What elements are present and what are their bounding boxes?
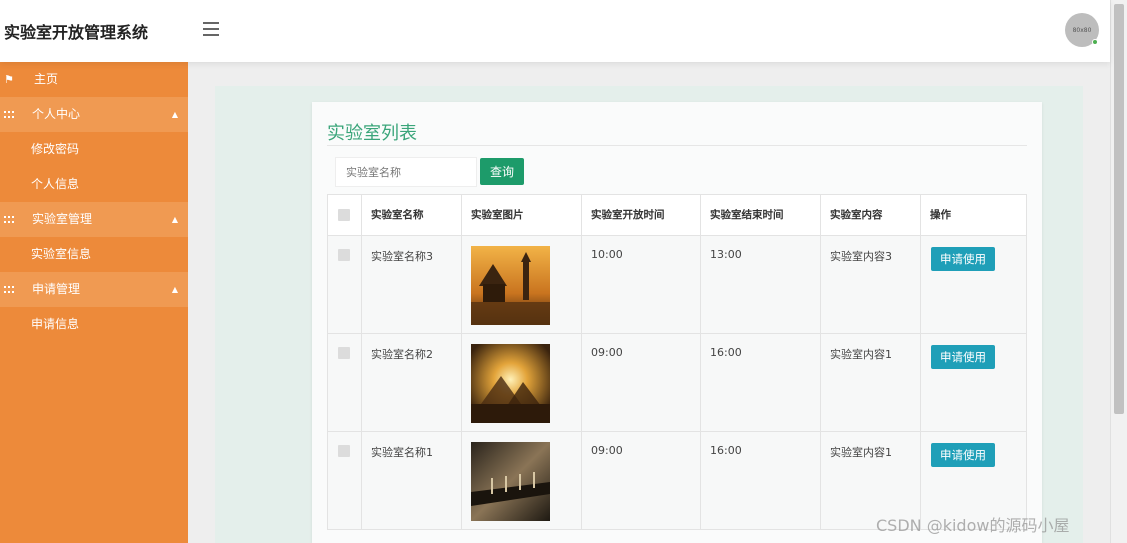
column-header: 实验室结束时间 [700, 194, 821, 236]
column-header: 实验室内容 [820, 194, 921, 236]
select-all-checkbox[interactable] [338, 209, 350, 221]
lab-content-cell: 实验室内容1 [820, 333, 921, 432]
page-scrollbar[interactable] [1110, 0, 1127, 543]
title-divider [327, 145, 1027, 146]
flag-icon: ⚑ [4, 73, 14, 86]
sidebar-item-label: 主页 [34, 72, 59, 86]
lab-name-cell: 实验室名称1 [361, 431, 462, 530]
chevron-up-icon: ▲ [171, 215, 178, 224]
hamburger-menu-icon[interactable] [203, 22, 219, 36]
lab-name-cell: 实验室名称3 [361, 235, 462, 334]
grid-icon [4, 286, 14, 294]
search-input[interactable] [335, 157, 477, 187]
table-header-row: 实验室名称 实验室图片 实验室开放时间 实验室结束时间 实验室内容 操作 [327, 194, 1027, 236]
sidebar-item-personal-info[interactable]: 个人信息 [0, 167, 188, 202]
apply-button[interactable]: 申请使用 [931, 247, 995, 271]
sidebar-group-application-management[interactable]: 申请管理 ▲ [0, 272, 188, 307]
row-checkbox[interactable] [338, 347, 350, 359]
search-button[interactable]: 查询 [480, 158, 524, 185]
table-row: 实验室名称2 09:00 16:00 实验室内容1 申请使用 [327, 333, 1027, 432]
chevron-up-icon: ▲ [171, 110, 178, 119]
main-content: 实验室列表 查询 实验室名称 实验室图片 实验室开放时间 实验室结束时间 实验室… [188, 62, 1110, 543]
sidebar: ⚑ 主页 个人中心 ▲ 修改密码 个人信息 实验室管理 ▲ 实验室信息 申请管理… [0, 62, 188, 543]
close-time-cell: 16:00 [700, 431, 821, 530]
app-title: 实验室开放管理系统 [4, 23, 149, 42]
chevron-up-icon: ▲ [171, 285, 178, 294]
row-checkbox[interactable] [338, 445, 350, 457]
sidebar-item-label: 个人信息 [31, 177, 80, 191]
avatar[interactable]: 80x80 [1065, 13, 1099, 47]
page-title: 实验室列表 [327, 123, 417, 144]
sidebar-group-personal-center[interactable]: 个人中心 ▲ [0, 97, 188, 132]
sidebar-item-label: 实验室管理 [32, 212, 93, 226]
online-status-dot [1092, 39, 1098, 45]
column-header: 实验室名称 [361, 194, 462, 236]
select-all-cell [327, 194, 362, 236]
sidebar-item-change-password[interactable]: 修改密码 [0, 132, 188, 167]
sidebar-item-label: 实验室信息 [31, 247, 92, 261]
sidebar-group-lab-management[interactable]: 实验室管理 ▲ [0, 202, 188, 237]
column-header: 实验室开放时间 [581, 194, 701, 236]
avatar-text: 80x80 [1072, 26, 1092, 34]
lab-image-cell [461, 431, 582, 530]
column-header: 实验室图片 [461, 194, 582, 236]
lab-list-card: 实验室列表 查询 实验室名称 实验室图片 实验室开放时间 实验室结束时间 实验室… [312, 102, 1042, 543]
close-time-cell: 13:00 [700, 235, 821, 334]
row-select-cell [327, 333, 362, 432]
lab-image-cell [461, 333, 582, 432]
row-checkbox[interactable] [338, 249, 350, 261]
column-header: 操作 [920, 194, 1027, 236]
scrollbar-thumb[interactable] [1114, 4, 1124, 414]
open-time-cell: 10:00 [581, 235, 701, 334]
table-row: 实验室名称3 10:00 13:00 实验室内容3 申请使用 [327, 235, 1027, 334]
row-select-cell [327, 235, 362, 334]
action-cell: 申请使用 [920, 235, 1027, 334]
apply-button[interactable]: 申请使用 [931, 443, 995, 467]
sidebar-item-lab-info[interactable]: 实验室信息 [0, 237, 188, 272]
lab-image-cell [461, 235, 582, 334]
sidebar-item-home[interactable]: ⚑ 主页 [0, 62, 188, 97]
open-time-cell: 09:00 [581, 333, 701, 432]
sidebar-item-label: 个人中心 [32, 107, 81, 121]
action-cell: 申请使用 [920, 333, 1027, 432]
lab-name-cell: 实验室名称2 [361, 333, 462, 432]
grid-icon [4, 111, 14, 119]
lab-image[interactable] [471, 246, 550, 325]
lab-content-cell: 实验室内容3 [820, 235, 921, 334]
sidebar-item-label: 申请信息 [31, 317, 80, 331]
lab-table: 实验室名称 实验室图片 实验室开放时间 实验室结束时间 实验室内容 操作 实验室… [327, 194, 1027, 530]
close-time-cell: 16:00 [700, 333, 821, 432]
apply-button[interactable]: 申请使用 [931, 345, 995, 369]
sidebar-item-application-info[interactable]: 申请信息 [0, 307, 188, 342]
sidebar-item-label: 申请管理 [32, 282, 81, 296]
grid-icon [4, 216, 14, 224]
row-select-cell [327, 431, 362, 530]
watermark: CSDN @kidow的源码小屋 [876, 516, 1070, 535]
lab-image[interactable] [471, 344, 550, 423]
lab-image[interactable] [471, 442, 550, 521]
open-time-cell: 09:00 [581, 431, 701, 530]
top-bar: 实验室开放管理系统 80x80 [0, 0, 1110, 62]
content-panel: 实验室列表 查询 实验室名称 实验室图片 实验室开放时间 实验室结束时间 实验室… [215, 86, 1083, 543]
sidebar-item-label: 修改密码 [31, 142, 80, 156]
